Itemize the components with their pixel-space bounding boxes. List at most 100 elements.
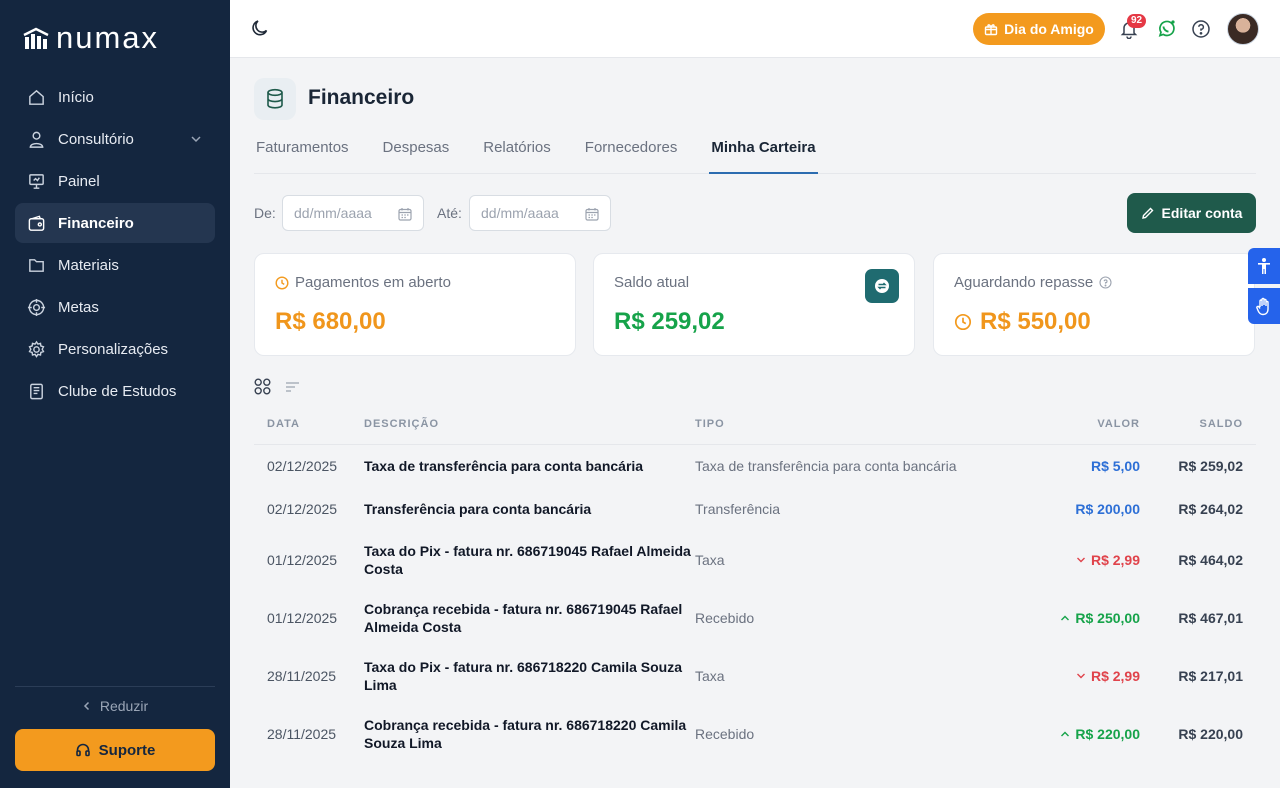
cell-balance: R$ 467,01: [1178, 610, 1243, 626]
current-balance-card: Saldo atual R$ 259,02: [593, 253, 915, 356]
clock-icon: [954, 313, 972, 331]
headset-icon: [75, 743, 90, 757]
notification-badge: 92: [1127, 14, 1147, 28]
tab-despesas[interactable]: Despesas: [381, 130, 452, 174]
database-icon: [267, 88, 283, 109]
arrow-down-icon: [1076, 673, 1085, 679]
cell-balance: R$ 220,00: [1178, 726, 1243, 742]
sidebar-item-financeiro[interactable]: Financeiro: [15, 203, 215, 243]
accessibility-icon: [1258, 258, 1270, 274]
help-icon[interactable]: [1191, 19, 1211, 39]
pencil-icon: [1141, 207, 1154, 219]
header-description[interactable]: DESCRIÇÃO: [364, 415, 695, 433]
to-date-label: Até:: [437, 205, 462, 221]
sidebar-item-label: Financeiro: [58, 214, 134, 232]
cell-date: 28/11/2025: [267, 726, 337, 742]
cell-type: Recebido: [695, 610, 755, 626]
header-value[interactable]: VALOR: [990, 418, 1140, 430]
from-date-placeholder: dd/mm/aaaa: [294, 205, 372, 221]
support-button[interactable]: Suporte: [15, 729, 215, 771]
table-row[interactable]: 02/12/2025 Transferência para conta banc…: [254, 487, 1256, 531]
chevron-down-icon: [191, 136, 201, 143]
cell-type: Taxa: [695, 668, 725, 684]
cell-description: Taxa de transferência para conta bancári…: [364, 458, 644, 474]
sort-icon[interactable]: [285, 381, 300, 393]
sidebar-item-metas[interactable]: Metas: [15, 287, 215, 327]
folder-icon: [29, 258, 44, 272]
sidebar-item-clube-de-estudos[interactable]: Clube de Estudos: [15, 371, 215, 411]
value-text: R$ 5,00: [1090, 458, 1140, 474]
cell-type: Taxa de transferência para conta bancári…: [695, 458, 957, 474]
open-payments-label-row: Pagamentos em aberto: [275, 274, 451, 291]
logo[interactable]: numax: [22, 22, 159, 53]
pending-transfer-value: R$ 550,00: [980, 308, 1091, 335]
accessibility-button[interactable]: [1248, 248, 1280, 284]
grid-view-icon[interactable]: [254, 378, 271, 395]
chevron-left-icon: [83, 701, 89, 711]
whatsapp-icon[interactable]: [1156, 19, 1176, 39]
to-date-input[interactable]: dd/mm/aaaa: [469, 195, 611, 231]
collapse-label: Reduzir: [99, 698, 149, 714]
tab-bar: Faturamentos Despesas Relatórios Fornece…: [254, 130, 1256, 174]
user-avatar[interactable]: [1227, 13, 1259, 45]
table-row[interactable]: 28/11/2025 Cobrança recebida - fatura nr…: [254, 705, 1256, 763]
dark-mode-icon[interactable]: [250, 18, 270, 38]
sidebar-item-label: Início: [58, 88, 94, 106]
sign-language-button[interactable]: [1248, 288, 1280, 324]
table-header: DATA DESCRIÇÃO TIPO VALOR SALDO: [254, 404, 1256, 445]
cell-value: R$ 5,00: [990, 458, 1140, 474]
arrow-up-icon: [1061, 731, 1070, 737]
table-row[interactable]: 01/12/2025 Cobrança recebida - fatura nr…: [254, 589, 1256, 647]
sidebar-item-consultorio[interactable]: Consultório: [15, 119, 215, 159]
collapse-sidebar-button[interactable]: Reduzir: [0, 698, 230, 714]
from-date-input[interactable]: dd/mm/aaaa: [282, 195, 424, 231]
tab-faturamentos[interactable]: Faturamentos: [254, 130, 351, 174]
cell-date: 01/12/2025: [267, 610, 338, 626]
sidebar-item-personalizacoes[interactable]: Personalizações: [15, 329, 215, 369]
sidebar-item-materiais[interactable]: Materiais: [15, 245, 215, 285]
transfer-button[interactable]: [865, 269, 899, 303]
cell-balance: R$ 264,02: [1178, 501, 1243, 517]
from-date-label: De:: [254, 205, 276, 221]
sidebar-nav: Início Consultório Painel Financeiro Mat…: [15, 77, 215, 413]
value-text: R$ 200,00: [1075, 501, 1140, 517]
cell-description: Taxa do Pix - fatura nr. 686718220 Camil…: [364, 659, 682, 693]
arrow-up-icon: [1061, 615, 1070, 621]
cell-description: Cobrança recebida - fatura nr. 686719045…: [364, 601, 683, 635]
value-text: R$ 220,00: [1075, 726, 1140, 742]
current-balance-value: R$ 259,02: [614, 308, 725, 335]
arrow-down-icon: [1076, 557, 1085, 563]
open-payments-label: Pagamentos em aberto: [295, 274, 451, 291]
book-icon: [30, 383, 43, 399]
cell-type: Transferência: [695, 501, 781, 517]
edit-account-button[interactable]: Editar conta: [1127, 193, 1256, 233]
user-icon: [29, 131, 44, 148]
sidebar-item-painel[interactable]: Painel: [15, 161, 215, 201]
sidebar-item-label: Clube de Estudos: [58, 382, 177, 400]
tab-fornecedores[interactable]: Fornecedores: [583, 130, 680, 174]
open-payments-value: R$ 680,00: [275, 308, 386, 335]
gift-icon: [984, 24, 998, 36]
info-icon[interactable]: [1099, 276, 1112, 289]
support-label: Suporte: [98, 741, 156, 759]
table-row[interactable]: 01/12/2025 Taxa do Pix - fatura nr. 6867…: [254, 531, 1256, 589]
current-balance-label: Saldo atual: [614, 274, 690, 291]
sidebar-item-inicio[interactable]: Início: [15, 77, 215, 117]
table-row[interactable]: 02/12/2025 Taxa de transferência para co…: [254, 445, 1256, 487]
page-icon: [254, 78, 296, 120]
calendar-icon: [398, 208, 412, 221]
dia-do-amigo-button[interactable]: Dia do Amigo: [973, 13, 1105, 45]
view-controls: [254, 378, 300, 395]
clock-icon: [275, 275, 289, 290]
cell-description: Taxa do Pix - fatura nr. 686719045 Rafae…: [364, 543, 691, 577]
sidebar-item-label: Materiais: [58, 256, 119, 274]
tab-relatorios[interactable]: Relatórios: [481, 130, 553, 174]
wallet-icon: [28, 214, 45, 231]
transactions-table: DATA DESCRIÇÃO TIPO VALOR SALDO 02/12/20…: [254, 404, 1256, 763]
tab-minha-carteira[interactable]: Minha Carteira: [709, 130, 818, 174]
cell-type: Recebido: [695, 726, 755, 742]
table-row[interactable]: 28/11/2025 Taxa do Pix - fatura nr. 6867…: [254, 647, 1256, 705]
header-balance[interactable]: SALDO: [1140, 418, 1243, 430]
header-type[interactable]: TIPO: [695, 418, 990, 430]
header-date[interactable]: DATA: [254, 418, 364, 430]
